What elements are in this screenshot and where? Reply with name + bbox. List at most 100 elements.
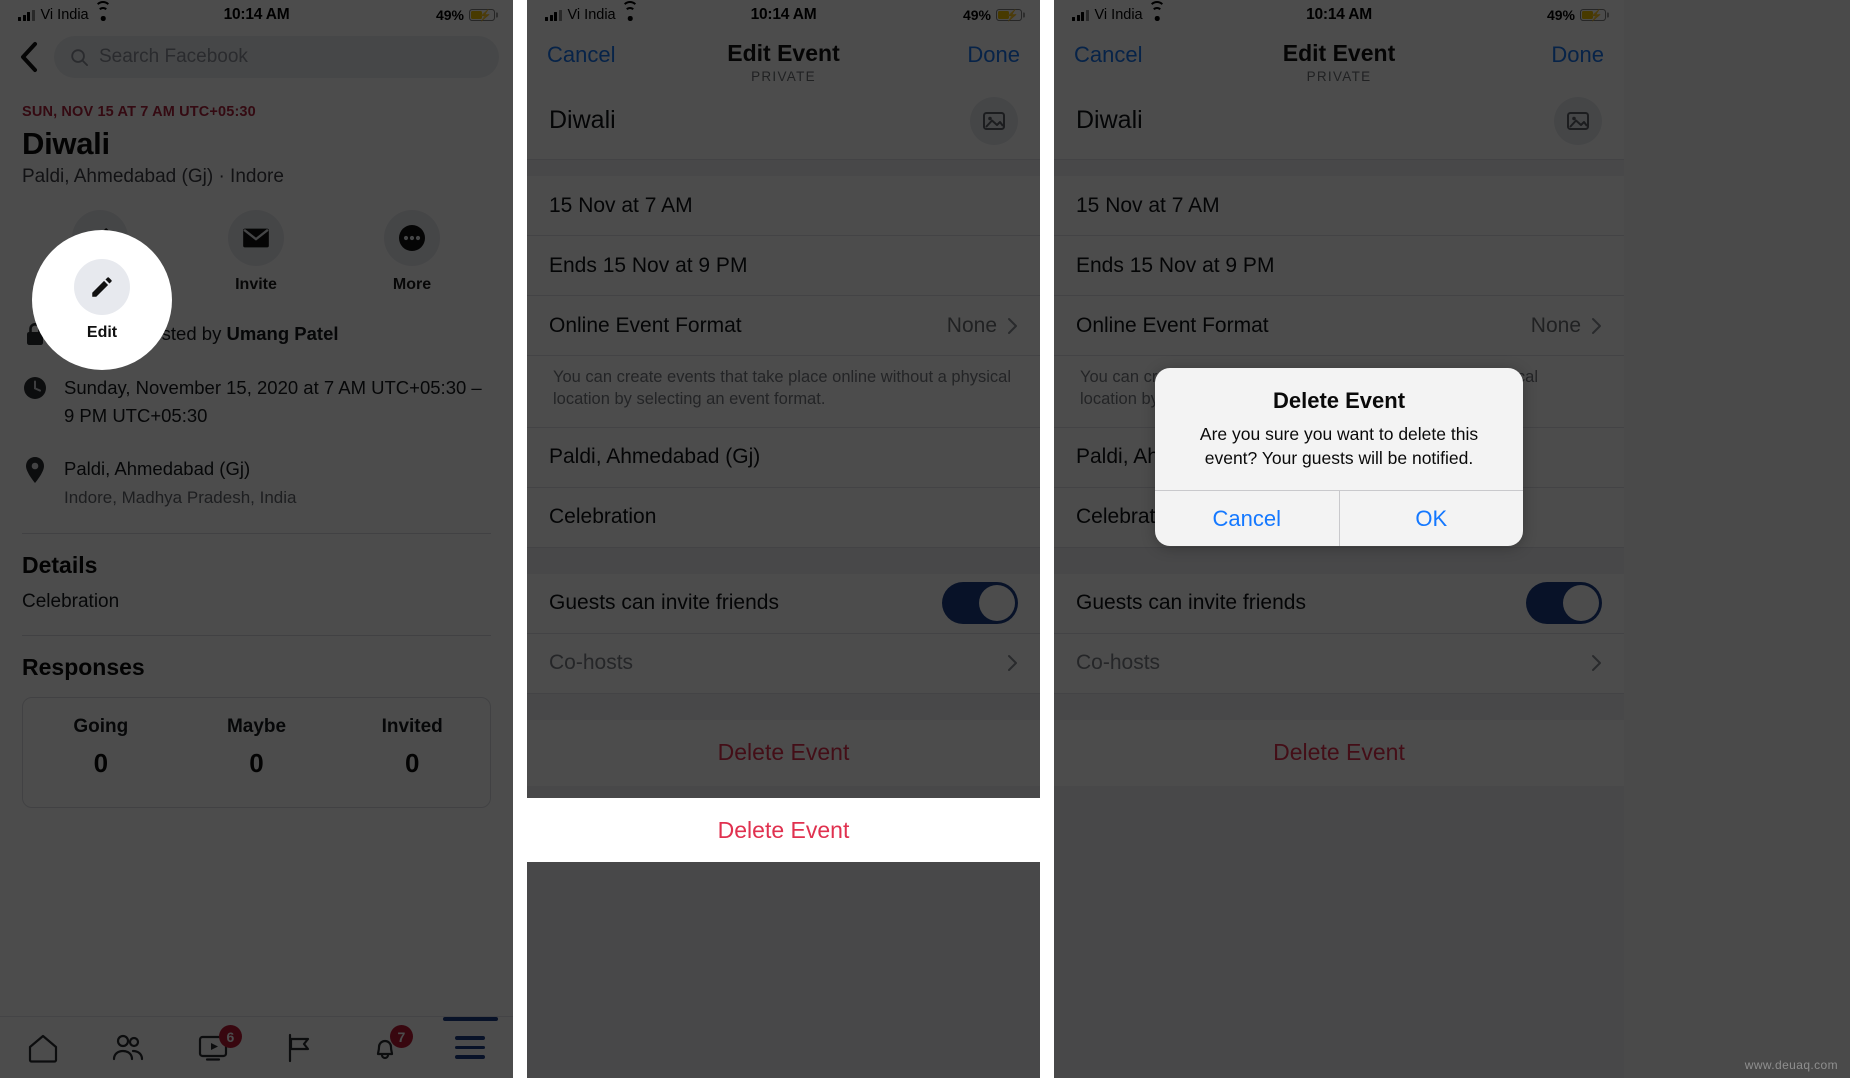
guests-can-invite-toggle[interactable] — [1526, 582, 1602, 625]
status-bar-3: Vi India 10:14 AM 49% ⚡ — [1054, 0, 1624, 30]
delete-event-button[interactable]: Delete Event — [527, 719, 1040, 786]
tab-marketplace[interactable] — [257, 1017, 343, 1078]
delete-event-button[interactable]: Delete Event — [1054, 719, 1624, 786]
divider — [22, 634, 491, 636]
responses-maybe[interactable]: Maybe 0 — [179, 716, 335, 779]
co-hosts-row[interactable]: Co-hosts — [1054, 633, 1624, 694]
guests-can-invite-row[interactable]: Guests can invite friends — [1054, 573, 1624, 634]
alert-actions: Cancel OK — [1155, 490, 1524, 547]
co-hosts-row[interactable]: Co-hosts — [527, 633, 1040, 694]
tab-watch[interactable]: 6 — [171, 1017, 257, 1078]
online-event-format-row[interactable]: Online Event Format None — [1054, 296, 1624, 356]
panel-delete-confirm: Vi India 10:14 AM 49% ⚡ Cancel Edit Even… — [1054, 0, 1624, 1078]
details-body: Celebration — [22, 590, 120, 612]
responses-maybe-value: 0 — [249, 747, 264, 778]
status-right-2: 49% ⚡ — [816, 7, 1023, 23]
event-privacy-badge: PRIVATE — [1306, 69, 1372, 84]
online-event-format-value: None — [946, 313, 997, 337]
status-bar-1: Vi India 10:14 AM 49% ⚡ — [0, 0, 513, 30]
friends-icon — [113, 1034, 144, 1060]
delete-event-alert: Delete Event Are you sure you want to de… — [1155, 368, 1524, 547]
cancel-button[interactable]: Cancel — [547, 42, 615, 68]
event-date-line: SUN, NOV 15 AT 7 AM UTC+05:30 — [22, 104, 256, 120]
online-event-format-value: None — [1530, 313, 1581, 337]
battery-percent-label: 49% — [435, 7, 465, 23]
section-gap — [1054, 693, 1624, 720]
description-row[interactable]: Celebration — [527, 487, 1040, 548]
start-date-row[interactable]: 15 Nov at 7 AM — [1054, 176, 1624, 236]
panel-separator — [513, 0, 527, 1078]
home-icon — [28, 1034, 57, 1063]
host-name: Umang Patel — [226, 323, 339, 344]
facebook-tab-bar: 6 7 — [0, 1016, 513, 1078]
guests-can-invite-label: Guests can invite friends — [1076, 591, 1306, 615]
online-event-format-label: Online Event Format — [549, 313, 742, 337]
spotlight-edit-button[interactable]: Edit — [32, 230, 172, 370]
online-event-format-trailing: None — [1531, 314, 1602, 338]
photo-icon[interactable] — [970, 96, 1018, 145]
event-name-row[interactable]: Diwali — [1054, 82, 1624, 160]
battery-charging-icon: ⚡ — [996, 8, 1023, 22]
status-bar-2: Vi India 10:14 AM 49% ⚡ — [527, 0, 1040, 30]
spotlight-delete-event-label: Delete Event — [717, 816, 850, 843]
location-row[interactable]: Paldi, Ahmedabad (Gj) — [527, 427, 1040, 488]
alert-message: Are you sure you want to delete this eve… — [1199, 424, 1479, 468]
site-watermark: www.deuaq.com — [1744, 1058, 1838, 1072]
search-input[interactable]: Search Facebook — [54, 36, 499, 78]
status-left-1: Vi India — [18, 0, 224, 23]
online-event-format-row[interactable]: Online Event Format None — [527, 296, 1040, 356]
start-date-row[interactable]: 15 Nov at 7 AM — [527, 176, 1040, 236]
guests-can-invite-row[interactable]: Guests can invite friends — [527, 573, 1040, 634]
status-left-3: Vi India — [1072, 0, 1306, 23]
event-name-row[interactable]: Diwali — [527, 82, 1040, 160]
alert-title: Delete Event — [1272, 388, 1406, 413]
guests-can-invite-toggle[interactable] — [942, 582, 1018, 625]
tab-home[interactable] — [0, 1017, 86, 1078]
cellular-bars-icon — [1072, 9, 1089, 21]
end-date-row[interactable]: Ends 15 Nov at 9 PM — [1054, 236, 1624, 296]
carrier-label: Vi India — [567, 7, 616, 23]
event-name-value: Diwali — [549, 106, 616, 134]
event-location-row: Paldi, Ahmedabad (Gj) Indore, Madhya Pra… — [22, 455, 491, 511]
responses-invited[interactable]: Invited 0 — [334, 716, 490, 779]
end-date-row[interactable]: Ends 15 Nov at 9 PM — [527, 236, 1040, 296]
responses-going[interactable]: Going 0 — [23, 716, 179, 779]
alert-ok-button[interactable]: OK — [1338, 491, 1524, 547]
form-filler — [1054, 785, 1624, 1078]
tab-notifications[interactable]: 7 — [342, 1017, 428, 1078]
wifi-icon — [621, 0, 639, 21]
divider — [22, 532, 491, 534]
invite-button[interactable]: Invite — [178, 210, 334, 294]
section-gap — [527, 160, 1040, 176]
panel-edit-event-form: Vi India 10:14 AM 49% ⚡ Cancel Edit Even… — [527, 0, 1040, 1078]
description-value: Celebration — [549, 505, 657, 529]
responses-invited-label: Invited — [381, 715, 443, 737]
tab-menu[interactable] — [428, 1017, 514, 1078]
event-time-text: Sunday, November 15, 2020 at 7 AM UTC+05… — [64, 376, 482, 426]
battery-percent-label: 49% — [962, 7, 992, 23]
chevron-right-icon — [1008, 655, 1017, 672]
cancel-button[interactable]: Cancel — [1074, 42, 1142, 68]
search-icon — [70, 48, 89, 67]
carrier-label: Vi India — [40, 7, 89, 23]
done-button[interactable]: Done — [967, 42, 1020, 68]
alert-cancel-button[interactable]: Cancel — [1155, 491, 1339, 546]
three-panel-tutorial-screenshot: Vi India 10:14 AM 49% ⚡ Search Facebook … — [0, 0, 1850, 1078]
done-button[interactable]: Done — [1551, 42, 1604, 68]
section-gap — [527, 547, 1040, 574]
edit-event-header-3: Cancel Edit Event PRIVATE Done — [1054, 30, 1624, 84]
back-chevron-icon[interactable] — [14, 42, 44, 72]
chevron-right-icon — [1592, 655, 1601, 672]
photo-icon[interactable] — [1554, 96, 1602, 145]
clock-label: 10:14 AM — [750, 6, 817, 23]
tab-friends[interactable] — [86, 1017, 172, 1078]
more-button[interactable]: More — [334, 210, 490, 294]
location-pin-icon — [22, 455, 48, 484]
event-time-row: Sunday, November 15, 2020 at 7 AM UTC+05… — [22, 374, 491, 430]
spotlight-delete-event[interactable]: Delete Event — [527, 798, 1040, 862]
wifi-icon — [94, 0, 112, 21]
co-hosts-label: Co-hosts — [1076, 651, 1161, 675]
alert-body: Delete Event Are you sure you want to de… — [1155, 368, 1523, 490]
tab-notifications-badge: 7 — [389, 1025, 413, 1048]
responses-going-value: 0 — [93, 747, 109, 778]
